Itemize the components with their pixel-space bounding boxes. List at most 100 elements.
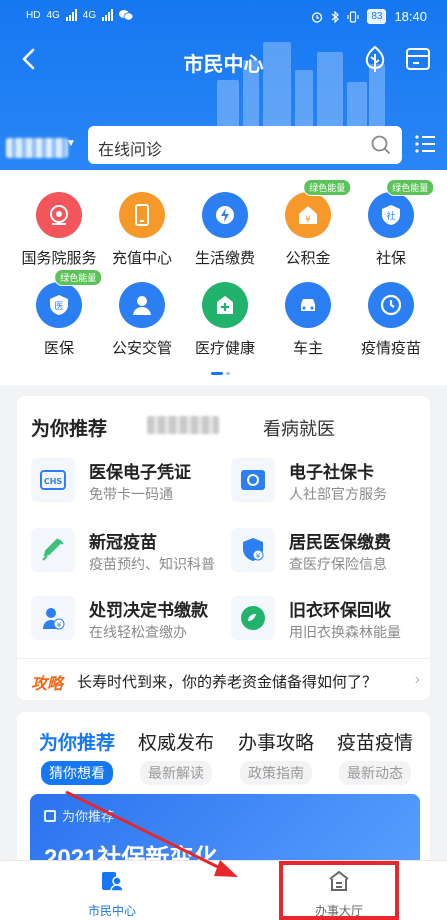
wechat-icon (119, 10, 134, 21)
tip-text: 长寿时代到来，你的养老资金储备得如何了？ (77, 674, 378, 691)
service-police[interactable]: 公安交管 (97, 282, 187, 358)
svg-text:CHS: CHS (44, 477, 63, 486)
battery-level: 83 (367, 9, 387, 24)
rec-item-title: 处罚决定书缴款 (89, 601, 208, 620)
news-tab-sub: 猜你想看 (41, 761, 113, 785)
bluetooth-icon (331, 10, 340, 23)
signal-label-1: 4G (46, 9, 60, 21)
service-health[interactable]: 医疗健康 (180, 282, 270, 358)
service-vaccine[interactable]: 疫情疫苗 (346, 282, 436, 358)
lightning-bill-icon (202, 192, 248, 238)
header: HD 4G 4G 83 18:40 市民中心 ▼ 在线问诊 (0, 0, 447, 170)
signal-icon-2 (102, 9, 114, 21)
recycle-icon (231, 596, 275, 640)
news-tab-authority[interactable]: 权威发布 最新解读 (126, 728, 226, 785)
search-box[interactable]: 在线问诊 (88, 126, 402, 164)
rec-item-title: 旧衣环保回收 (289, 601, 391, 620)
gov-service-icon (36, 192, 82, 238)
news-tab-title: 疫苗疫情 (336, 733, 413, 754)
service-medical-insurance[interactable]: 绿色能量 医 医保 (14, 269, 104, 358)
page-indicator (211, 372, 230, 375)
rec-item-title: 新冠疫苗 (89, 533, 157, 552)
svg-text:社: 社 (386, 210, 395, 222)
svg-text:¥: ¥ (256, 552, 261, 560)
service-label: 疫情疫苗 (360, 340, 421, 357)
status-bar: HD 4G 4G 83 18:40 (0, 0, 447, 36)
rec-item-sub: 疫苗预约、知识科普 (89, 556, 215, 572)
vibrate-icon (347, 10, 359, 23)
svg-text:¥: ¥ (57, 621, 62, 629)
leaf-icon[interactable] (360, 44, 390, 74)
svg-text:¥: ¥ (305, 215, 311, 225)
banner-tag-text: 为你推荐 (62, 809, 115, 824)
service-label: 医疗健康 (194, 340, 255, 357)
rec-item-sub: 免带卡一码通 (89, 486, 173, 502)
service-car-owner[interactable]: 车主 (263, 282, 353, 358)
blurred-tab[interactable] (147, 416, 219, 434)
search-placeholder[interactable]: 在线问诊 (98, 136, 162, 160)
car-icon (285, 282, 331, 328)
search-icon[interactable] (370, 134, 392, 156)
rec-item-penalty[interactable]: ¥ 处罚决定书缴款 在线轻松查缴办 (31, 592, 231, 644)
alarm-icon (312, 11, 323, 23)
rec-item-recycle[interactable]: 旧衣环保回收 用旧衣换森林能量 (231, 592, 431, 644)
menu-list-icon[interactable] (413, 132, 437, 156)
green-energy-badge: 绿色能量 (54, 269, 103, 286)
user-dropdown-caret-icon[interactable]: ▼ (66, 138, 76, 149)
news-tab-sub: 最新解读 (140, 761, 212, 785)
rec-item-sub: 在线轻松查缴办 (89, 624, 187, 640)
network-hd-label: HD (26, 9, 41, 21)
document-icon (44, 809, 56, 822)
health-icon (202, 282, 248, 328)
news-tab-title: 办事攻略 (237, 733, 314, 754)
service-label: 社保 (375, 250, 406, 267)
signal-label-2: 4G (82, 9, 97, 21)
signal-icon (65, 9, 77, 21)
vaccine-clock-icon (368, 282, 414, 328)
service-housing-fund[interactable]: 绿色能量 ¥ 公积金 (263, 179, 353, 268)
nav-citizen-center[interactable]: 市民中心 (52, 869, 172, 919)
recommend-card: 为你推荐 看病就医 CHS 医保电子凭证 免带卡一码通 电子社保卡 人社部官方服… (17, 396, 430, 700)
tab-medical[interactable]: 看病就医 (263, 415, 335, 441)
rec-item-sub: 用旧衣换森林能量 (289, 624, 401, 640)
card-icon[interactable] (403, 44, 433, 74)
news-tab-title: 权威发布 (137, 733, 214, 754)
news-tab-guide[interactable]: 办事攻略 政策指南 (226, 728, 326, 785)
social-card-icon (231, 458, 275, 502)
user-name-blurred[interactable] (6, 138, 68, 158)
news-tab-recommend[interactable]: 为你推荐 猜你想看 (27, 728, 127, 785)
chevron-right-icon: › (414, 671, 420, 688)
rec-item-sub: 人社部官方服务 (289, 486, 387, 502)
service-label: 公积金 (285, 250, 331, 267)
nav-label: 市民中心 (87, 904, 136, 918)
citizen-center-icon (102, 872, 124, 892)
highlight-box (279, 861, 399, 920)
tip-tag: 攻略 (31, 676, 64, 693)
rec-item-title: 居民医保缴费 (289, 533, 391, 552)
housing-fund-icon: 绿色能量 ¥ (285, 179, 352, 238)
service-label: 车主 (292, 340, 323, 357)
service-social-security[interactable]: 绿色能量 社 社保 (346, 179, 436, 268)
syringe-icon (31, 528, 75, 572)
service-recharge[interactable]: 充值中心 (97, 192, 187, 268)
news-tab-vaccine[interactable]: 疫苗疫情 最新动态 (325, 728, 425, 785)
rec-item-medical-pay[interactable]: ¥ 居民医保缴费 查医疗保险信息 (231, 524, 431, 576)
phone-recharge-icon (119, 192, 165, 238)
rec-item-chs[interactable]: CHS 医保电子凭证 免带卡一码通 (31, 454, 231, 506)
rec-item-title: 医保电子凭证 (89, 463, 191, 482)
police-icon (119, 282, 165, 328)
rec-item-title: 电子社保卡 (289, 463, 374, 482)
service-gov[interactable]: 国务院服务 (14, 192, 104, 268)
rec-item-vaccine[interactable]: 新冠疫苗 疫苗预约、知识科普 (31, 524, 231, 576)
news-tab-sub: 最新动态 (339, 761, 411, 785)
service-label: 公安交管 (111, 340, 172, 357)
rec-item-social-card[interactable]: 电子社保卡 人社部官方服务 (231, 454, 431, 506)
service-bill[interactable]: 生活缴费 (180, 192, 270, 268)
rec-item-sub: 查医疗保险信息 (289, 556, 387, 572)
green-energy-badge: 绿色能量 (386, 179, 435, 196)
green-energy-badge: 绿色能量 (303, 179, 352, 196)
medical-insurance-icon: 绿色能量 医 (36, 269, 103, 328)
service-label: 充值中心 (111, 250, 172, 267)
recommend-title[interactable]: 为你推荐 (31, 414, 107, 441)
tip-row[interactable]: 攻略 长寿时代到来，你的养老资金储备得如何了？ › (17, 658, 430, 700)
